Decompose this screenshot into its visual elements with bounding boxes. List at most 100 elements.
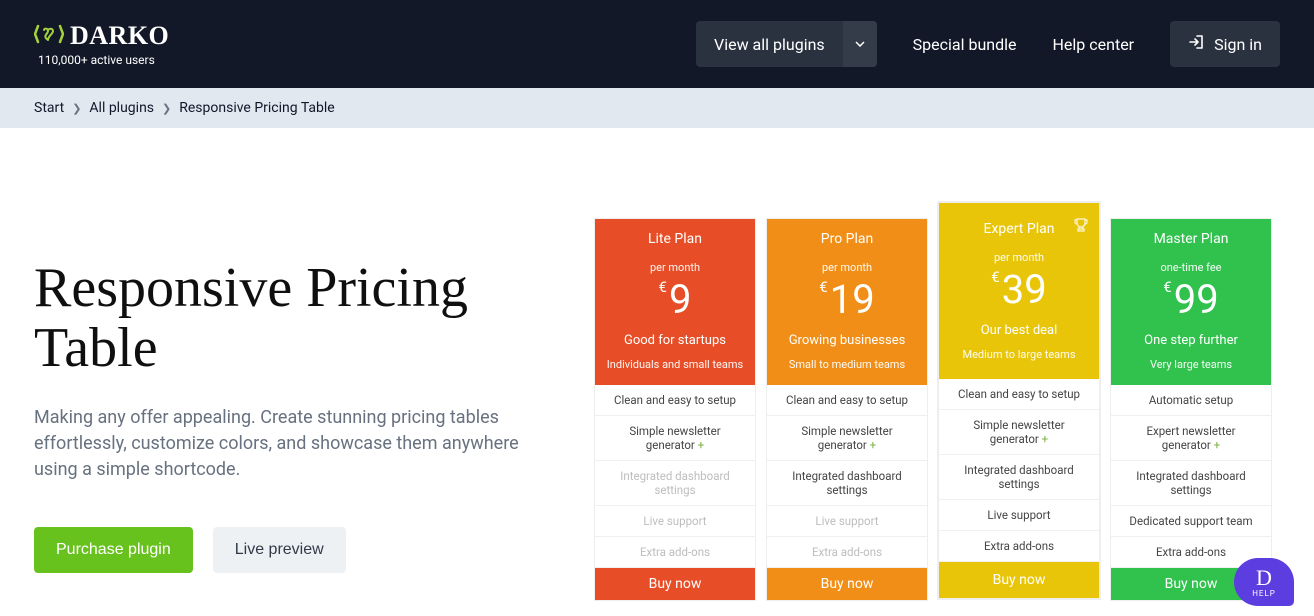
chevron-right-icon: ❯ bbox=[72, 102, 81, 115]
nav-help-center[interactable]: Help center bbox=[1053, 35, 1135, 54]
feature-text: Live support bbox=[987, 508, 1050, 522]
plan-tagline: One step further bbox=[1119, 333, 1263, 348]
page-description: Making any offer appealing. Create stunn… bbox=[34, 405, 534, 483]
plan-feature: Simple newsletter generator + bbox=[939, 410, 1099, 455]
plan-price: €9 bbox=[603, 276, 747, 323]
plan-price: €99 bbox=[1119, 276, 1263, 323]
plan-audience: Very large teams bbox=[1119, 358, 1263, 371]
plan-feature: Dedicated support team bbox=[1111, 506, 1271, 537]
plan-feature: Simple newsletter generator + bbox=[595, 416, 755, 461]
feature-text: Live support bbox=[815, 514, 878, 528]
site-header: DARKO 110,000+ active users View all plu… bbox=[0, 0, 1314, 88]
feature-text: Clean and easy to setup bbox=[786, 393, 908, 407]
purchase-plugin-button[interactable]: Purchase plugin bbox=[34, 527, 193, 573]
feature-text: Extra add-ons bbox=[812, 545, 882, 559]
plan-feature: Live support bbox=[595, 506, 755, 537]
plan-feature: Extra add-ons bbox=[595, 537, 755, 568]
chevron-down-icon[interactable] bbox=[843, 21, 877, 67]
main-content: Responsive Pricing Table Making any offe… bbox=[0, 128, 1314, 601]
pricing-card-master: Master Plan one-time fee €99 One step furth… bbox=[1110, 218, 1272, 601]
feature-text: Clean and easy to setup bbox=[958, 387, 1080, 401]
card-head: Expert Plan per month €39 Our best deal Medi… bbox=[939, 203, 1099, 379]
plan-feature: Clean and easy to setup bbox=[939, 379, 1099, 410]
buy-now-button[interactable]: Buy now bbox=[939, 562, 1099, 598]
plan-name: Master Plan bbox=[1119, 231, 1263, 247]
plan-period: per month bbox=[947, 251, 1091, 264]
hero-section: Responsive Pricing Table Making any offe… bbox=[34, 218, 534, 573]
currency: € bbox=[819, 278, 827, 296]
plan-feature: Integrated dashboard settings bbox=[1111, 461, 1271, 506]
plan-audience: Small to medium teams bbox=[775, 358, 919, 371]
logo-block[interactable]: DARKO 110,000+ active users bbox=[34, 21, 169, 67]
plan-tagline: Growing businesses bbox=[775, 333, 919, 348]
plan-feature: Clean and easy to setup bbox=[595, 385, 755, 416]
plus-icon: + bbox=[1039, 432, 1048, 446]
feature-text: Extra add-ons bbox=[640, 545, 710, 559]
feature-text: Clean and easy to setup bbox=[614, 393, 736, 407]
plan-audience: Medium to large teams bbox=[947, 348, 1091, 361]
help-widget-label: HELP bbox=[1252, 589, 1276, 598]
sign-in-label: Sign in bbox=[1214, 35, 1262, 54]
view-all-plugins-label: View all plugins bbox=[696, 35, 843, 54]
card-head: Pro Planper month€19Growing businessesSm… bbox=[767, 219, 927, 385]
logo-text: DARKO bbox=[70, 21, 169, 51]
breadcrumb: Start ❯ All plugins ❯ Responsive Pricing… bbox=[0, 88, 1314, 128]
currency: € bbox=[991, 268, 999, 286]
buy-now-button[interactable]: Buy now bbox=[595, 568, 755, 600]
plan-name: Expert Plan bbox=[947, 221, 1091, 237]
crumb-current: Responsive Pricing Table bbox=[179, 100, 334, 116]
plan-audience: Individuals and small teams bbox=[603, 358, 747, 371]
trophy-icon bbox=[1073, 217, 1089, 237]
page-title: Responsive Pricing Table bbox=[34, 258, 534, 379]
plus-icon: + bbox=[867, 438, 876, 452]
currency: € bbox=[659, 278, 667, 296]
feature-text: Extra add-ons bbox=[1156, 545, 1226, 559]
feature-text: Integrated dashboard settings bbox=[792, 469, 901, 497]
feature-text: Simple newsletter generator bbox=[973, 418, 1064, 446]
feature-text: Integrated dashboard settings bbox=[1136, 469, 1245, 497]
price-value: 19 bbox=[830, 276, 875, 323]
plan-feature: Expert newsletter generator + bbox=[1111, 416, 1271, 461]
feature-text: Automatic setup bbox=[1149, 393, 1233, 407]
plan-period: per month bbox=[603, 261, 747, 274]
sign-in-button[interactable]: Sign in bbox=[1170, 21, 1280, 67]
live-preview-button[interactable]: Live preview bbox=[213, 527, 346, 573]
help-widget[interactable]: D HELP bbox=[1234, 558, 1294, 606]
feature-text: Expert newsletter generator bbox=[1146, 424, 1235, 452]
plan-feature: Live support bbox=[767, 506, 927, 537]
plan-period: one-time fee bbox=[1119, 261, 1263, 274]
view-all-plugins-button[interactable]: View all plugins bbox=[696, 21, 877, 67]
logo-subtitle: 110,000+ active users bbox=[38, 53, 169, 67]
feature-text: Simple newsletter generator bbox=[629, 424, 720, 452]
top-nav: View all plugins Special bundle Help cen… bbox=[696, 21, 1280, 67]
sign-in-icon bbox=[1188, 34, 1204, 54]
plan-price: €19 bbox=[775, 276, 919, 323]
help-widget-letter: D bbox=[1256, 567, 1272, 589]
card-head: Master Plan one-time fee €99 One step furth… bbox=[1111, 219, 1271, 385]
plan-feature: Integrated dashboard settings bbox=[767, 461, 927, 506]
price-value: 9 bbox=[669, 276, 691, 323]
pricing-card-pro: Pro Planper month€19Growing businessesSm… bbox=[766, 218, 928, 601]
feature-text: Extra add-ons bbox=[984, 539, 1054, 553]
plan-feature: Clean and easy to setup bbox=[767, 385, 927, 416]
currency: € bbox=[1163, 278, 1171, 296]
plan-feature: Extra add-ons bbox=[939, 531, 1099, 562]
price-value: 99 bbox=[1174, 276, 1219, 323]
chevron-right-icon: ❯ bbox=[162, 102, 171, 115]
plan-tagline: Our best deal bbox=[947, 323, 1091, 338]
crumb-all-plugins[interactable]: All plugins bbox=[89, 100, 154, 116]
plus-icon: + bbox=[1211, 438, 1220, 452]
plus-icon: + bbox=[695, 438, 704, 452]
plan-feature: Integrated dashboard settings bbox=[939, 455, 1099, 500]
crumb-start[interactable]: Start bbox=[34, 100, 64, 116]
plan-price: €39 bbox=[947, 266, 1091, 313]
buy-now-button[interactable]: Buy now bbox=[767, 568, 927, 600]
feature-text: Dedicated support team bbox=[1129, 514, 1252, 528]
feature-text: Integrated dashboard settings bbox=[620, 469, 729, 497]
pricing-card-lite: Lite Planper month€9Good for startupsInd… bbox=[594, 218, 756, 601]
plan-name: Pro Plan bbox=[775, 231, 919, 247]
nav-special-bundle[interactable]: Special bundle bbox=[913, 35, 1017, 54]
feature-text: Integrated dashboard settings bbox=[964, 463, 1073, 491]
feature-text: Simple newsletter generator bbox=[801, 424, 892, 452]
price-value: 39 bbox=[1002, 266, 1047, 313]
